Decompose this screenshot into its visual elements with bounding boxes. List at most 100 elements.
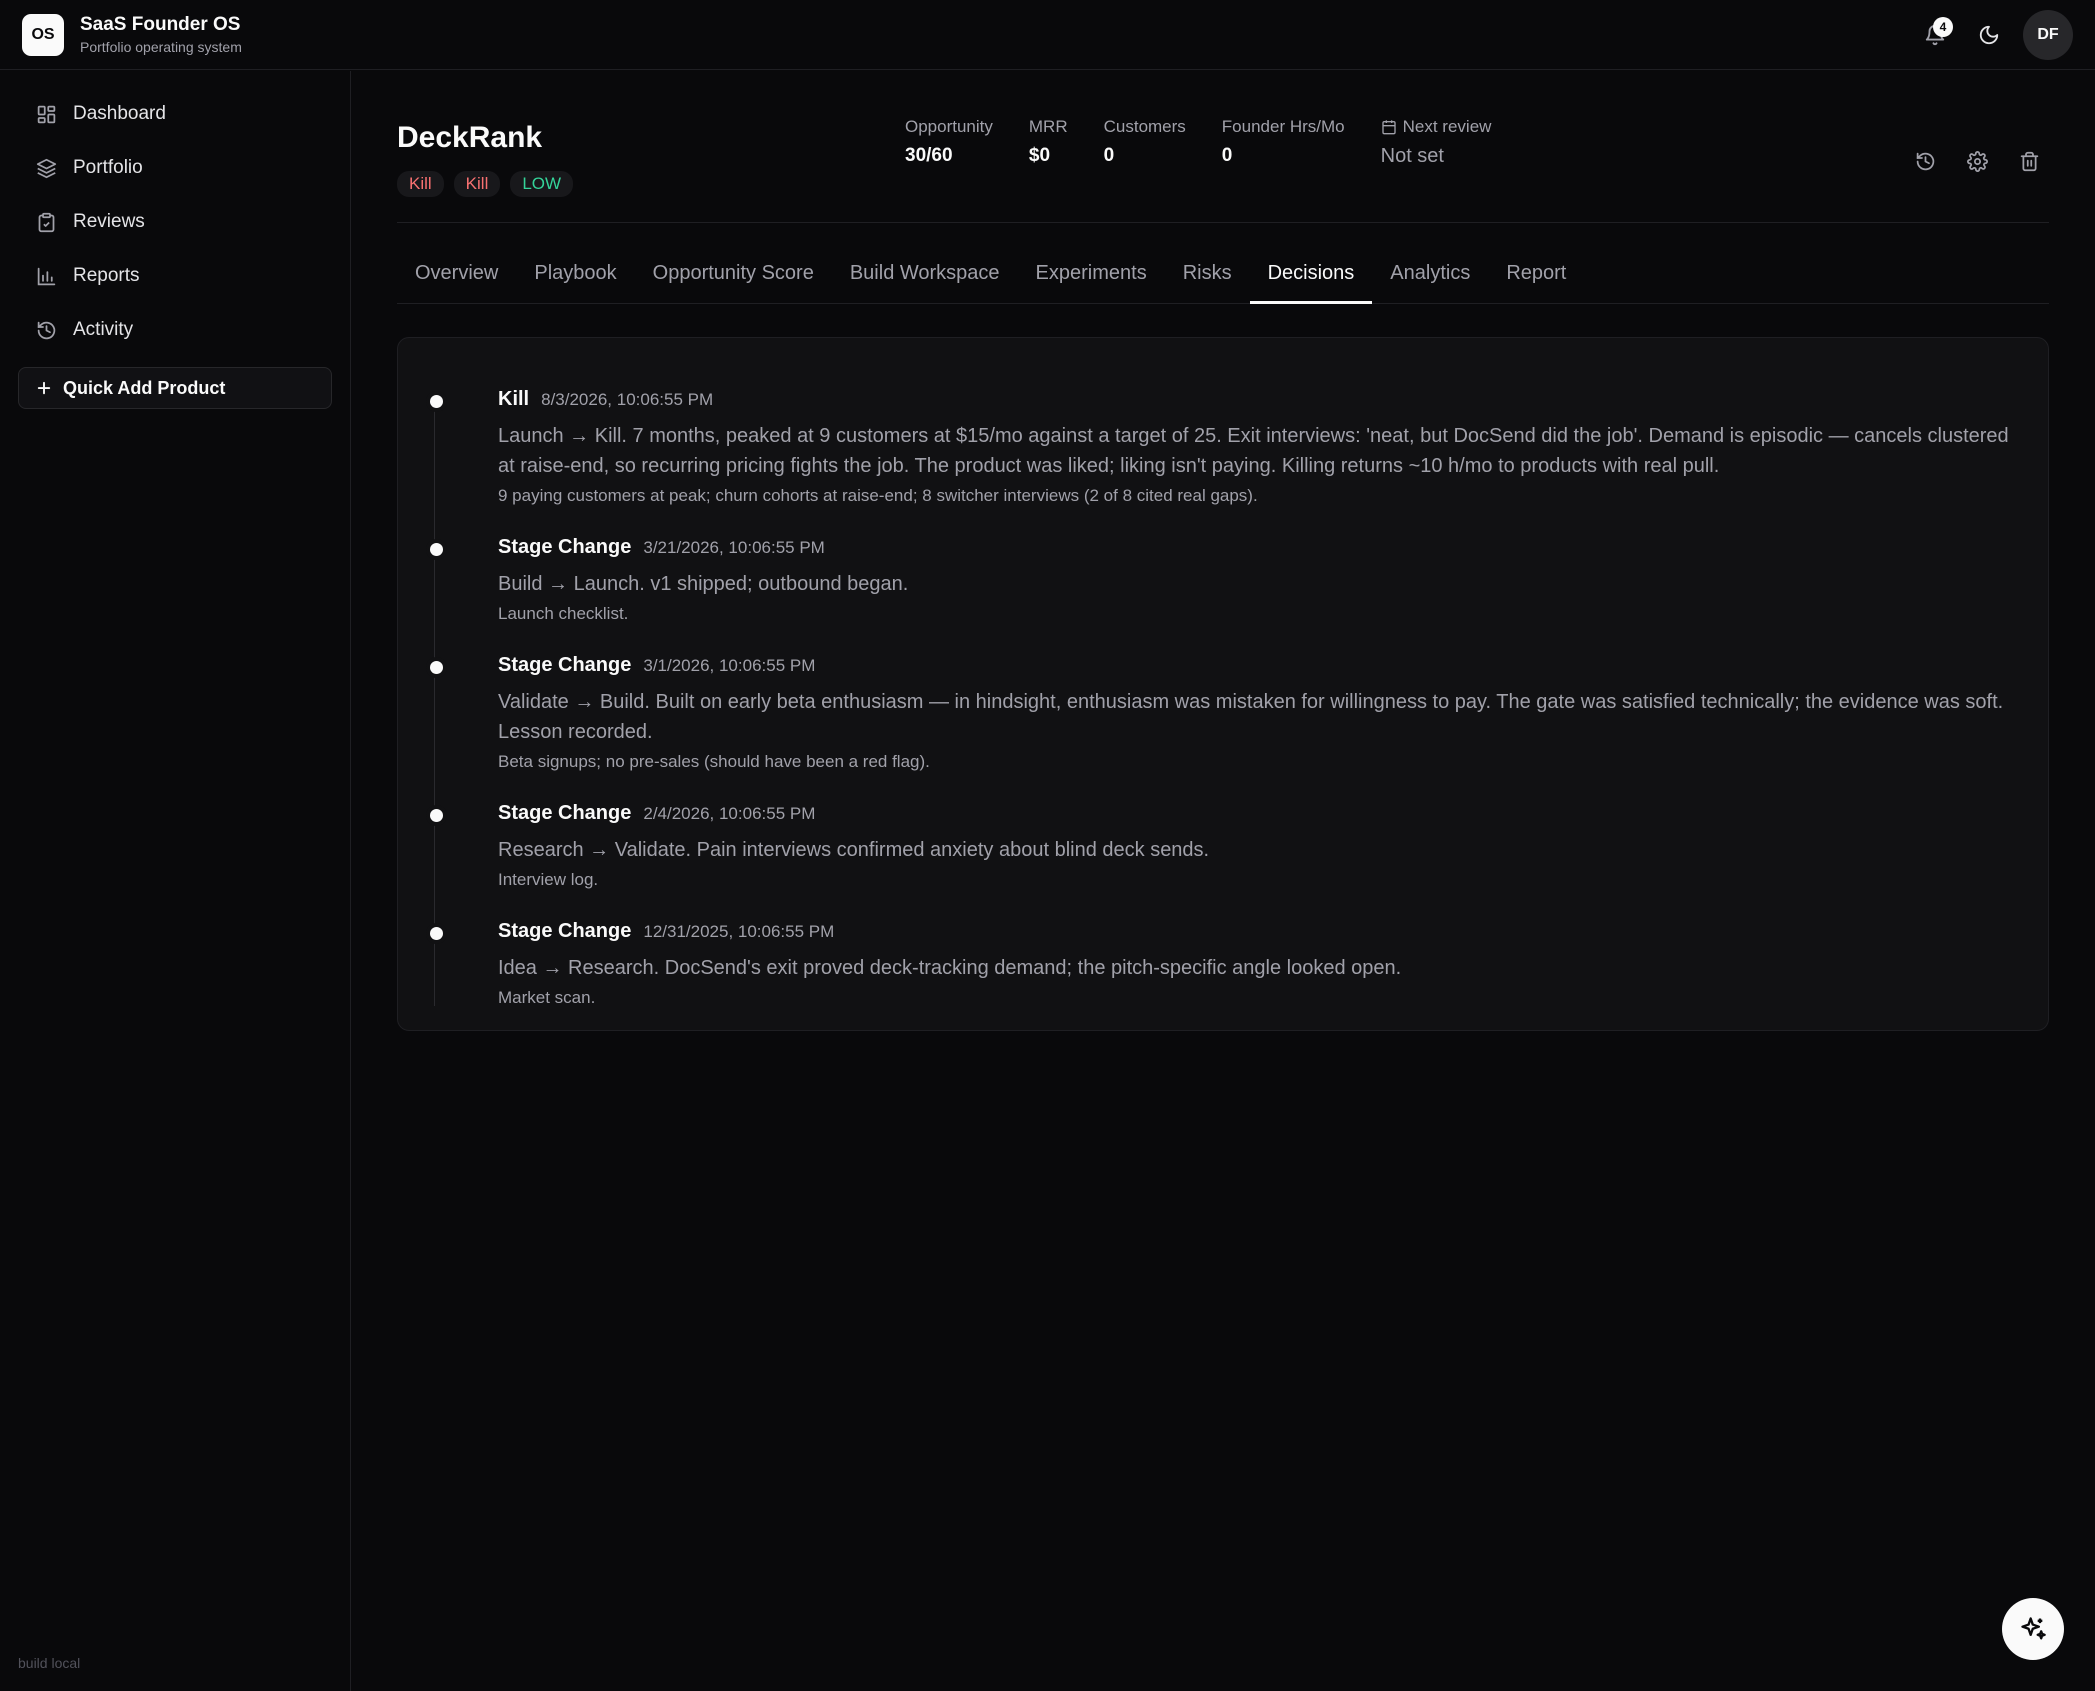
entry-date: 8/3/2026, 10:06:55 PM [541,390,714,409]
entry-date: 2/4/2026, 10:06:55 PM [643,804,816,823]
timeline-dot [430,543,443,556]
main-content: DeckRank Kill Kill LOW Opportunity 30/60… [397,71,2049,1031]
sidebar-item-reviews[interactable]: Reviews [18,195,332,249]
timeline-dot [430,661,443,674]
timeline-entry: Stage Change 12/31/2025, 10:06:55 PM Ide… [426,920,2020,1008]
metric-mrr: MRR $0 [1029,117,1068,168]
entry-date: 3/21/2026, 10:06:55 PM [643,538,825,557]
sidebar-item-label: Dashboard [73,103,166,124]
tab-report[interactable]: Report [1488,262,1584,303]
plus-icon [37,381,51,395]
clipboard-icon [38,212,55,232]
entry-rationale: Launch → Kill. 7 months, peaked at 9 cus… [498,425,2009,477]
next-review-value: Not set [1380,145,1444,167]
entry-header: Stage Change 3/1/2026, 10:06:55 PM [498,654,2020,677]
decisions-timeline: Kill 8/3/2026, 10:06:55 PM Launch → Kill… [397,337,2049,1031]
sidebar-item-activity[interactable]: Activity [18,303,332,357]
product-tabs: Overview Playbook Opportunity Score Buil… [397,223,2049,304]
entry-evidence: Beta signups; no pre-sales (should have … [498,752,930,771]
next-review-label: Next review [1381,117,1492,137]
tab-risks[interactable]: Risks [1165,262,1250,303]
decision-tag: Kill [453,171,501,197]
settings-button[interactable] [1957,141,1997,181]
tab-opportunity-score[interactable]: Opportunity Score [635,262,832,303]
entry-header: Kill 8/3/2026, 10:06:55 PM [498,388,2020,411]
sidebar-item-reports[interactable]: Reports [18,249,332,303]
app-title: SaaS Founder OS [80,14,241,35]
sidebar-item-portfolio[interactable]: Portfolio [18,141,332,195]
bar-chart-icon [37,267,56,285]
entry-date: 12/31/2025, 10:06:55 PM [643,922,835,941]
timeline-dot [430,395,443,408]
trash-icon [2020,151,2038,171]
sidebar-item-label: Reports [73,265,140,286]
calendar-icon [1381,120,1396,135]
entry-type: Stage Change [498,802,632,824]
tab-analytics[interactable]: Analytics [1372,262,1488,303]
entry-header: Stage Change 3/21/2026, 10:06:55 PM [498,536,2020,559]
metric-label: MRR [1028,117,1068,136]
timeline-dot [430,809,443,822]
sidebar-item-label: Activity [73,319,134,340]
entry-type: Kill [498,388,530,410]
timeline-dot [430,927,443,940]
top-bar: OS SaaS Founder OS Portfolio operating s… [0,0,2095,70]
quick-add-product-button[interactable]: Quick Add Product [18,367,332,409]
user-avatar[interactable]: DF [2023,9,2073,60]
theme-toggle-button[interactable] [1969,15,2009,55]
timeline-entry: Stage Change 2/4/2026, 10:06:55 PM Resea… [426,802,2020,890]
tab-build-workspace[interactable]: Build Workspace [832,262,1018,303]
priority-tag: LOW [510,171,574,197]
metric-customers: Customers 0 [1104,117,1186,168]
timeline-entry: Kill 8/3/2026, 10:06:55 PM Launch → Kill… [426,388,2020,506]
entry-evidence: Launch checklist. [498,604,629,623]
entry-rationale: Validate → Build. Built on early beta en… [498,691,2004,743]
tab-decisions[interactable]: Decisions [1249,262,1373,304]
entry-type: Stage Change [498,654,632,676]
tab-experiments[interactable]: Experiments [1018,262,1165,303]
gear-icon [1966,150,1988,172]
entry-type: Stage Change [498,920,632,942]
sidebar-item-dashboard[interactable]: Dashboard [18,87,332,141]
notification-count-badge: 4 [1933,16,1953,37]
product-name: DeckRank [397,121,543,154]
brand: SaaS Founder OS Portfolio operating syst… [80,14,242,55]
delete-button[interactable] [2009,141,2049,181]
entry-evidence: Interview log. [498,870,599,889]
app-logo[interactable]: OS [22,13,64,56]
history-icon [37,321,56,339]
metric-value: 0 [1221,145,1233,166]
sidebar-item-label: Portfolio [73,157,143,178]
metric-label: Opportunity [905,117,993,136]
product-header: DeckRank Kill Kill LOW Opportunity 30/60… [397,71,2049,223]
metric-founder-hours: Founder Hrs/Mo 0 [1222,117,1345,168]
entry-type: Stage Change [498,536,632,558]
metric-next-review[interactable]: Next review Not set [1381,117,1492,168]
entry-date: 3/1/2026, 10:06:55 PM [643,656,816,675]
product-tags: Kill Kill LOW [397,171,574,197]
timeline-entry: Stage Change 3/21/2026, 10:06:55 PM Buil… [426,536,2020,624]
quick-add-label: Quick Add Product [63,377,226,398]
top-actions: 4 DF [1915,9,2073,60]
entry-header: Stage Change 12/31/2025, 10:06:55 PM [498,920,2020,943]
sidebar-item-label: Reviews [73,211,145,232]
entry-rationale: Idea → Research. DocSend's exit proved d… [498,957,1402,979]
app-subtitle: Portfolio operating system [80,39,242,55]
tab-overview[interactable]: Overview [397,262,516,303]
notifications-button[interactable]: 4 [1915,15,1955,55]
moon-icon [1979,25,1999,44]
timeline-entry: Stage Change 3/1/2026, 10:06:55 PM Valid… [426,654,2020,772]
tab-playbook[interactable]: Playbook [516,262,634,303]
metric-opportunity: Opportunity 30/60 [905,117,993,168]
history-button[interactable] [1905,141,1945,181]
stage-tag: Kill [397,171,444,197]
entry-rationale: Research → Validate. Pain interviews con… [498,839,1210,861]
entry-header: Stage Change 2/4/2026, 10:06:55 PM [498,802,2020,825]
next-review-label-text: Next review [1402,117,1492,136]
dashboard-icon [37,105,56,123]
layers-icon [36,158,57,178]
metric-value: 30/60 [905,145,953,166]
entry-evidence: 9 paying customers at peak; churn cohort… [498,486,1258,505]
entry-rationale: Build → Launch. v1 shipped; outbound beg… [498,573,909,595]
ai-assistant-button[interactable] [2002,1598,2064,1660]
